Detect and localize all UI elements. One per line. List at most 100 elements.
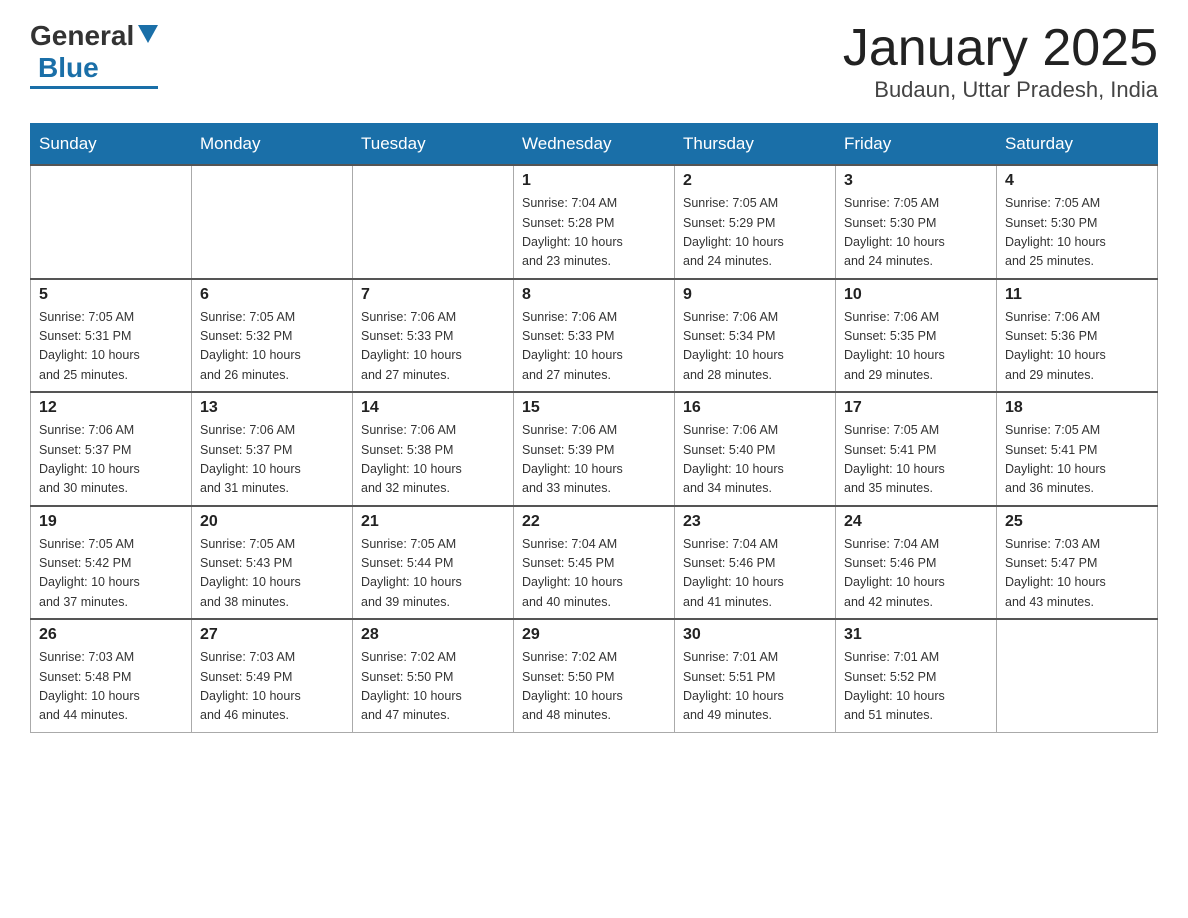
logo-underline (30, 86, 158, 89)
day-info: Sunrise: 7:06 AMSunset: 5:37 PMDaylight:… (39, 421, 183, 499)
logo-general-text: General (30, 20, 134, 52)
day-number: 25 (1005, 513, 1149, 531)
day-number: 7 (361, 286, 505, 304)
day-number: 9 (683, 286, 827, 304)
calendar-cell: 24 Sunrise: 7:04 AMSunset: 5:46 PMDayligh… (836, 506, 997, 620)
calendar-cell: 9 Sunrise: 7:06 AMSunset: 5:34 PMDaylight… (675, 279, 836, 393)
day-info: Sunrise: 7:03 AMSunset: 5:47 PMDaylight:… (1005, 535, 1149, 613)
logo: General Blue (30, 20, 158, 89)
calendar-cell: 31 Sunrise: 7:01 AMSunset: 5:52 PMDayligh… (836, 619, 997, 732)
day-number: 10 (844, 286, 988, 304)
column-header-saturday: Saturday (997, 124, 1158, 166)
day-info: Sunrise: 7:06 AMSunset: 5:37 PMDaylight:… (200, 421, 344, 499)
location-subtitle: Budaun, Uttar Pradesh, India (843, 77, 1158, 103)
day-number: 28 (361, 626, 505, 644)
calendar-cell: 23 Sunrise: 7:04 AMSunset: 5:46 PMDayligh… (675, 506, 836, 620)
calendar-cell (353, 165, 514, 279)
calendar-cell: 1Sunrise: 7:04 AMSunset: 5:28 PMDaylight… (514, 165, 675, 279)
column-header-wednesday: Wednesday (514, 124, 675, 166)
day-number: 23 (683, 513, 827, 531)
day-info: Sunrise: 7:06 AMSunset: 5:33 PMDaylight:… (522, 308, 666, 386)
column-header-monday: Monday (192, 124, 353, 166)
calendar-cell (192, 165, 353, 279)
day-number: 31 (844, 626, 988, 644)
day-info: Sunrise: 7:03 AMSunset: 5:49 PMDaylight:… (200, 648, 344, 726)
calendar-cell: 20Sunrise: 7:05 AMSunset: 5:43 PMDayligh… (192, 506, 353, 620)
calendar-cell: 7 Sunrise: 7:06 AMSunset: 5:33 PMDaylight… (353, 279, 514, 393)
day-info: Sunrise: 7:05 AMSunset: 5:42 PMDaylight:… (39, 535, 183, 613)
day-info: Sunrise: 7:01 AMSunset: 5:52 PMDaylight:… (844, 648, 988, 726)
calendar-cell: 5 Sunrise: 7:05 AMSunset: 5:31 PMDaylight… (31, 279, 192, 393)
day-number: 24 (844, 513, 988, 531)
month-title: January 2025 (843, 20, 1158, 77)
day-info: Sunrise: 7:04 AMSunset: 5:28 PMDaylight:… (522, 194, 666, 272)
calendar-cell: 4Sunrise: 7:05 AMSunset: 5:30 PMDaylight… (997, 165, 1158, 279)
day-info: Sunrise: 7:04 AMSunset: 5:45 PMDaylight:… (522, 535, 666, 613)
calendar-cell: 11Sunrise: 7:06 AMSunset: 5:36 PMDayligh… (997, 279, 1158, 393)
calendar-cell: 26 Sunrise: 7:03 AMSunset: 5:48 PMDayligh… (31, 619, 192, 732)
day-number: 15 (522, 399, 666, 417)
logo-triangle-icon (138, 25, 158, 43)
calendar-cell: 8 Sunrise: 7:06 AMSunset: 5:33 PMDaylight… (514, 279, 675, 393)
day-info: Sunrise: 7:05 AMSunset: 5:30 PMDaylight:… (844, 194, 988, 272)
calendar-cell: 25 Sunrise: 7:03 AMSunset: 5:47 PMDayligh… (997, 506, 1158, 620)
day-info: Sunrise: 7:05 AMSunset: 5:32 PMDaylight:… (200, 308, 344, 386)
day-number: 4 (1005, 172, 1149, 190)
calendar-cell: 15 Sunrise: 7:06 AMSunset: 5:39 PMDayligh… (514, 392, 675, 506)
day-info: Sunrise: 7:05 AMSunset: 5:44 PMDaylight:… (361, 535, 505, 613)
calendar-cell: 12 Sunrise: 7:06 AMSunset: 5:37 PMDayligh… (31, 392, 192, 506)
day-info: Sunrise: 7:04 AMSunset: 5:46 PMDaylight:… (683, 535, 827, 613)
day-info: Sunrise: 7:06 AMSunset: 5:38 PMDaylight:… (361, 421, 505, 499)
week-row-1: 1Sunrise: 7:04 AMSunset: 5:28 PMDaylight… (31, 165, 1158, 279)
calendar-cell: 19Sunrise: 7:05 AMSunset: 5:42 PMDayligh… (31, 506, 192, 620)
day-info: Sunrise: 7:05 AMSunset: 5:31 PMDaylight:… (39, 308, 183, 386)
day-info: Sunrise: 7:06 AMSunset: 5:33 PMDaylight:… (361, 308, 505, 386)
calendar-cell: 10 Sunrise: 7:06 AMSunset: 5:35 PMDayligh… (836, 279, 997, 393)
calendar-cell: 6Sunrise: 7:05 AMSunset: 5:32 PMDaylight… (192, 279, 353, 393)
day-info: Sunrise: 7:06 AMSunset: 5:34 PMDaylight:… (683, 308, 827, 386)
day-number: 8 (522, 286, 666, 304)
day-info: Sunrise: 7:05 AMSunset: 5:29 PMDaylight:… (683, 194, 827, 272)
day-number: 21 (361, 513, 505, 531)
calendar-header-row: SundayMondayTuesdayWednesdayThursdayFrid… (31, 124, 1158, 166)
calendar-cell: 17Sunrise: 7:05 AMSunset: 5:41 PMDayligh… (836, 392, 997, 506)
calendar-cell: 21 Sunrise: 7:05 AMSunset: 5:44 PMDayligh… (353, 506, 514, 620)
day-info: Sunrise: 7:01 AMSunset: 5:51 PMDaylight:… (683, 648, 827, 726)
day-info: Sunrise: 7:02 AMSunset: 5:50 PMDaylight:… (522, 648, 666, 726)
column-header-friday: Friday (836, 124, 997, 166)
calendar-cell (997, 619, 1158, 732)
calendar-cell: 28 Sunrise: 7:02 AMSunset: 5:50 PMDayligh… (353, 619, 514, 732)
calendar-cell: 3Sunrise: 7:05 AMSunset: 5:30 PMDaylight… (836, 165, 997, 279)
day-number: 18 (1005, 399, 1149, 417)
calendar-cell: 14 Sunrise: 7:06 AMSunset: 5:38 PMDayligh… (353, 392, 514, 506)
calendar-cell: 27 Sunrise: 7:03 AMSunset: 5:49 PMDayligh… (192, 619, 353, 732)
day-info: Sunrise: 7:03 AMSunset: 5:48 PMDaylight:… (39, 648, 183, 726)
day-info: Sunrise: 7:02 AMSunset: 5:50 PMDaylight:… (361, 648, 505, 726)
page-header: General Blue January 2025 Budaun, Uttar … (30, 20, 1158, 103)
day-info: Sunrise: 7:04 AMSunset: 5:46 PMDaylight:… (844, 535, 988, 613)
calendar-cell: 13Sunrise: 7:06 AMSunset: 5:37 PMDayligh… (192, 392, 353, 506)
day-number: 27 (200, 626, 344, 644)
week-row-2: 5 Sunrise: 7:05 AMSunset: 5:31 PMDaylight… (31, 279, 1158, 393)
calendar-cell: 18Sunrise: 7:05 AMSunset: 5:41 PMDayligh… (997, 392, 1158, 506)
week-row-3: 12 Sunrise: 7:06 AMSunset: 5:37 PMDayligh… (31, 392, 1158, 506)
calendar-cell: 30Sunrise: 7:01 AMSunset: 5:51 PMDayligh… (675, 619, 836, 732)
week-row-4: 19Sunrise: 7:05 AMSunset: 5:42 PMDayligh… (31, 506, 1158, 620)
day-info: Sunrise: 7:06 AMSunset: 5:39 PMDaylight:… (522, 421, 666, 499)
calendar-cell: 16 Sunrise: 7:06 AMSunset: 5:40 PMDayligh… (675, 392, 836, 506)
day-number: 26 (39, 626, 183, 644)
calendar-cell: 29 Sunrise: 7:02 AMSunset: 5:50 PMDayligh… (514, 619, 675, 732)
day-number: 14 (361, 399, 505, 417)
calendar-cell: 22 Sunrise: 7:04 AMSunset: 5:45 PMDayligh… (514, 506, 675, 620)
day-number: 29 (522, 626, 666, 644)
day-number: 12 (39, 399, 183, 417)
day-info: Sunrise: 7:06 AMSunset: 5:40 PMDaylight:… (683, 421, 827, 499)
day-number: 5 (39, 286, 183, 304)
day-number: 11 (1005, 286, 1149, 304)
calendar-cell (31, 165, 192, 279)
title-section: January 2025 Budaun, Uttar Pradesh, Indi… (843, 20, 1158, 103)
column-header-tuesday: Tuesday (353, 124, 514, 166)
day-number: 22 (522, 513, 666, 531)
day-info: Sunrise: 7:06 AMSunset: 5:35 PMDaylight:… (844, 308, 988, 386)
day-number: 16 (683, 399, 827, 417)
